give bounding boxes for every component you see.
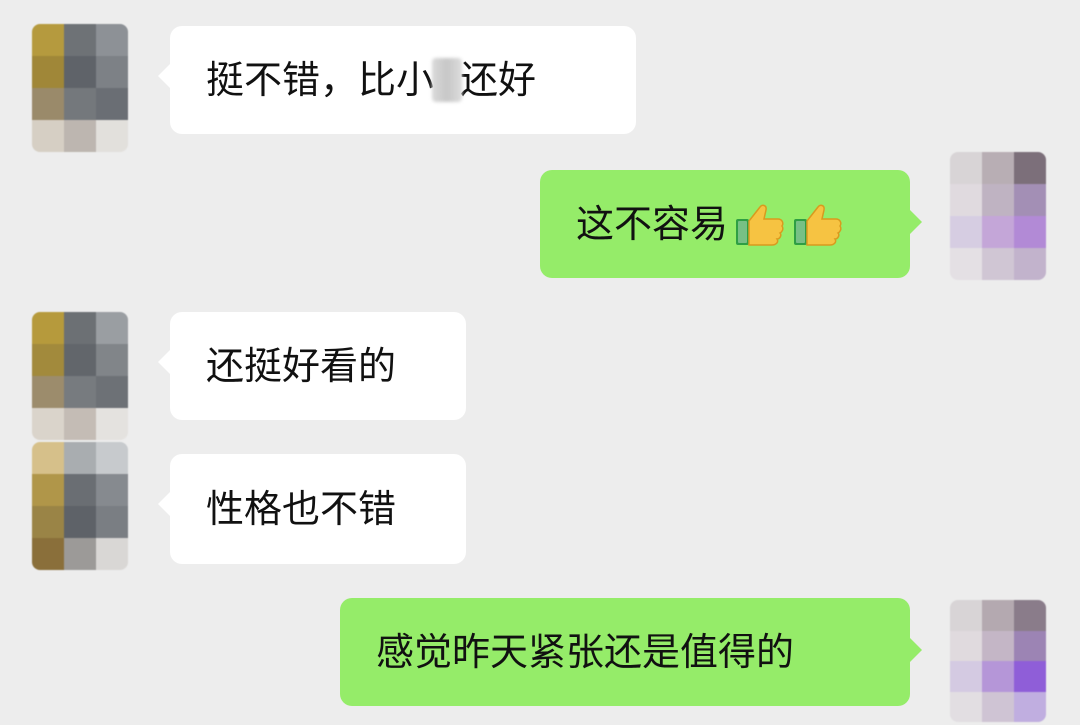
message-text: 性格也不错 <box>206 487 397 531</box>
message-text: 这不容易 <box>576 202 729 246</box>
message-bubble[interactable]: 这不容易 <box>540 170 922 278</box>
message-row: 性格也不错 <box>0 440 1080 585</box>
message-text: 还挺好看的 <box>206 344 397 388</box>
message-text: 感觉昨天紧张还是值得的 <box>376 630 795 674</box>
thumbs-up-icon <box>736 204 784 246</box>
avatar[interactable] <box>32 442 128 570</box>
message-row: 这不容易 <box>0 152 1080 290</box>
thumbs-up-icon <box>794 204 842 246</box>
message-row: 还挺好看的 <box>0 300 1080 440</box>
message-bubble[interactable]: 挺不错，比小 还好 <box>158 26 636 134</box>
message-bubble[interactable]: 感觉昨天紧张还是值得的 <box>340 598 922 706</box>
message-bubble[interactable]: 还挺好看的 <box>158 312 466 420</box>
message-text: 挺不错，比小 <box>206 58 435 102</box>
avatar[interactable] <box>950 600 1046 722</box>
avatar[interactable] <box>32 312 128 440</box>
avatar[interactable] <box>32 24 128 152</box>
message-bubble[interactable]: 性格也不错 <box>158 454 466 564</box>
censor-blur <box>432 58 463 102</box>
message-text: 还好 <box>460 58 537 102</box>
avatar[interactable] <box>950 152 1046 280</box>
message-row: 感觉昨天紧张还是值得的 <box>0 585 1080 725</box>
message-row: 挺不错，比小 还好 <box>0 0 1080 160</box>
